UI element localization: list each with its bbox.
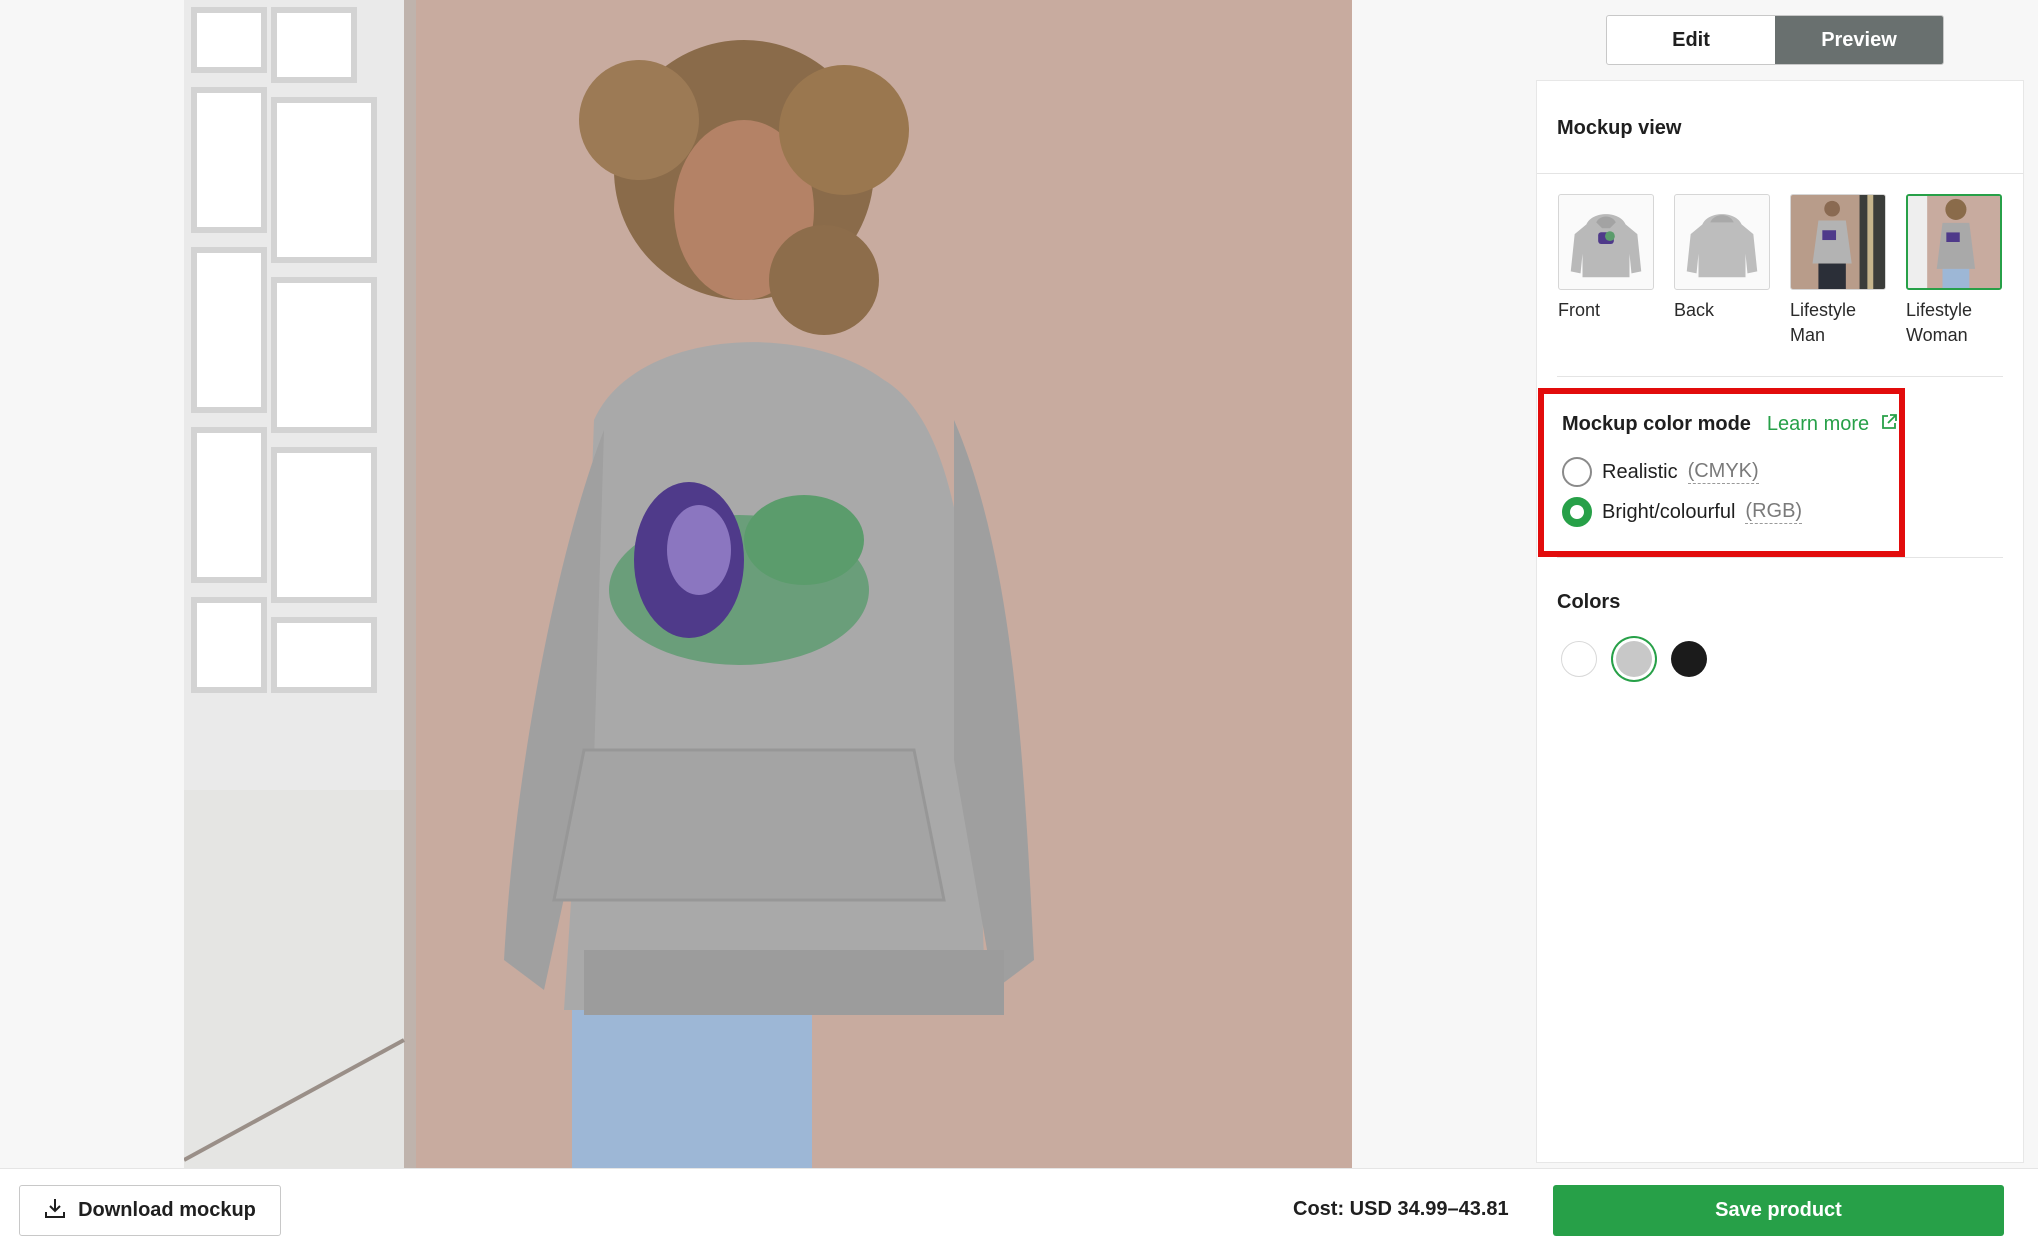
thumbnail-lifestyle-woman[interactable]: Lifestyle Woman bbox=[1906, 194, 2002, 348]
radio-realistic-label: Realistic bbox=[1602, 460, 1678, 483]
edit-preview-toggle: Edit Preview bbox=[1606, 15, 1944, 65]
thumbnail-back-label: Back bbox=[1674, 300, 1715, 320]
radio-bright-label: Bright/colourful bbox=[1602, 500, 1736, 523]
thumbnail-lifestyle-woman-label: Lifestyle Woman bbox=[1906, 300, 1973, 345]
radio-button-bright[interactable] bbox=[1562, 497, 1592, 527]
color-swatch-black[interactable] bbox=[1671, 641, 1707, 677]
download-mockup-label: Download mockup bbox=[78, 1199, 256, 1221]
mockup-view-thumbnails: Front Back Lifestyle Man Lifestyle Woman bbox=[1558, 194, 2002, 348]
thumbnail-lifestyle-woman-image bbox=[1906, 194, 2002, 290]
divider bbox=[1557, 376, 2003, 377]
thumbnail-back-image bbox=[1674, 194, 1770, 290]
radio-bright-hint: (RGB) bbox=[1745, 500, 1803, 524]
external-link-icon bbox=[1881, 413, 1898, 436]
thumbnail-lifestyle-man-image bbox=[1790, 194, 1886, 290]
color-mode-title: Mockup color mode bbox=[1562, 413, 1751, 435]
thumbnail-front-label: Front bbox=[1558, 300, 1601, 320]
radio-realistic[interactable]: Realistic (CMYK) bbox=[1562, 457, 1759, 487]
tab-preview[interactable]: Preview bbox=[1775, 16, 1943, 64]
colors-title: Colors bbox=[1557, 591, 1621, 613]
thumbnail-lifestyle-man[interactable]: Lifestyle Man bbox=[1790, 194, 1886, 348]
learn-more-link[interactable]: Learn more bbox=[1766, 413, 1898, 436]
divider bbox=[1557, 557, 2003, 558]
mockup-color-mode-section: Mockup color mode Learn more Realistic (… bbox=[1538, 388, 1905, 557]
divider bbox=[1537, 173, 2023, 174]
thumbnail-lifestyle-man-label: Lifestyle Man bbox=[1790, 300, 1857, 345]
mockup-view-title: Mockup view bbox=[1557, 117, 1682, 139]
mockup-preview-image bbox=[184, 0, 1352, 1168]
download-icon bbox=[44, 1197, 66, 1225]
radio-button-realistic[interactable] bbox=[1562, 457, 1592, 487]
radio-bright[interactable]: Bright/colourful (RGB) bbox=[1562, 497, 1803, 527]
thumbnail-front-image bbox=[1558, 194, 1654, 290]
color-swatch-white[interactable] bbox=[1561, 641, 1597, 677]
footer-bar: Download mockup Cost: USD 34.99–43.81 Sa… bbox=[0, 1168, 2038, 1249]
radio-realistic-hint: (CMYK) bbox=[1687, 460, 1759, 484]
color-swatches bbox=[1561, 641, 1707, 677]
color-swatch-grey[interactable] bbox=[1616, 641, 1652, 677]
color-mode-header: Mockup color mode Learn more bbox=[1562, 413, 1898, 436]
download-mockup-button[interactable]: Download mockup bbox=[19, 1185, 281, 1236]
thumbnail-back[interactable]: Back bbox=[1674, 194, 1770, 348]
save-product-button[interactable]: Save product bbox=[1553, 1185, 2004, 1236]
cost-summary: Cost: USD 34.99–43.81 bbox=[1293, 1198, 1509, 1220]
thumbnail-front[interactable]: Front bbox=[1558, 194, 1654, 348]
mockup-settings-panel: Mockup view Front Back Lifestyle Man Lif… bbox=[1536, 80, 2024, 1163]
tab-edit[interactable]: Edit bbox=[1607, 16, 1775, 64]
learn-more-label: Learn more bbox=[1766, 413, 1870, 435]
